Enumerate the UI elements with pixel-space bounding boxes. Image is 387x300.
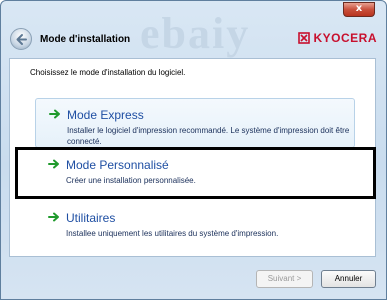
- brand-name: KYOCERA: [313, 31, 377, 45]
- option-description: Installee uniquement les utilitaires du …: [66, 229, 279, 238]
- kyocera-logo-icon: [298, 32, 311, 44]
- option-mode-express[interactable]: Mode Express Installer le logiciel d'imp…: [35, 98, 355, 148]
- highlight-annotation-box: [15, 147, 376, 199]
- back-button[interactable]: [10, 28, 32, 50]
- close-button[interactable]: x: [343, 2, 375, 17]
- option-utilitaires[interactable]: Utilitaires Installee uniquement les uti…: [35, 208, 355, 244]
- dialog-title: Mode d'installation: [40, 34, 131, 45]
- back-arrow-icon: [16, 34, 27, 45]
- option-title: Utilitaires: [66, 211, 116, 225]
- cancel-button[interactable]: Annuler: [321, 270, 376, 288]
- brand-logo: KYOCERA: [298, 30, 377, 46]
- title-watermark: ebaiy: [140, 9, 251, 58]
- instruction-text: Choisissez le mode d'installation du log…: [30, 68, 186, 77]
- green-arrow-icon: [48, 212, 59, 222]
- green-arrow-icon: [49, 109, 60, 119]
- option-description: Installer le logiciel d'impression recom…: [67, 126, 350, 146]
- option-title: Mode Express: [67, 108, 144, 122]
- next-button[interactable]: Suivant >: [256, 270, 313, 288]
